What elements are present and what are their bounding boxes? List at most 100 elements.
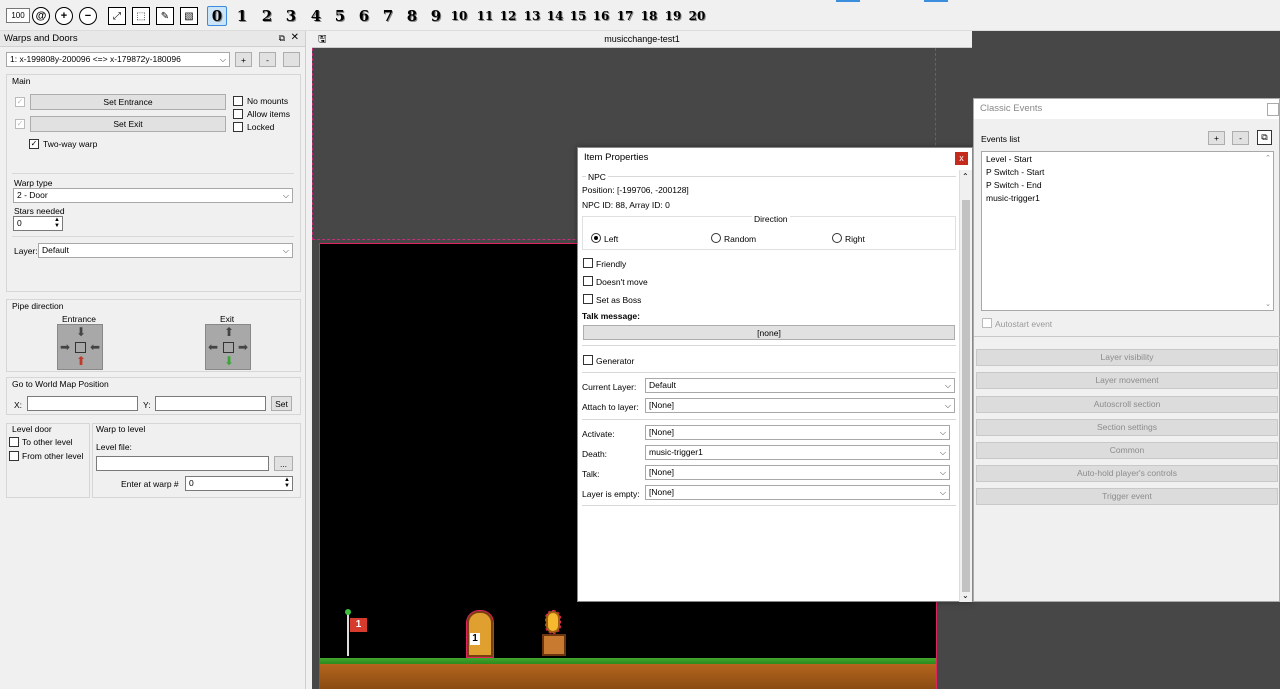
close-icon[interactable]: x <box>955 152 968 165</box>
layer-button-17[interactable]: 17 <box>615 6 635 26</box>
layer-button-8[interactable]: 8 <box>402 6 422 26</box>
layer-button-2[interactable]: 2 <box>257 6 277 26</box>
layer-button-6[interactable]: 6 <box>354 6 374 26</box>
warp-type-select[interactable]: 2 - Door ⌵ <box>13 188 293 203</box>
layer-empty-select[interactable]: [None] ⌵ <box>645 485 950 500</box>
layer-button-12[interactable]: 12 <box>498 6 518 26</box>
browse-button[interactable]: ... <box>274 456 293 471</box>
layer-button-7[interactable]: 7 <box>378 6 398 26</box>
warp-select[interactable]: 1: x-199808y-200096 <=> x-179872y-180096… <box>6 52 230 67</box>
direction-left-radio[interactable] <box>591 233 601 243</box>
arrow-up-icon[interactable]: ⬆ <box>206 325 252 339</box>
layer-button-1[interactable]: 1 <box>232 6 252 26</box>
float-icon[interactable]: ⧉ <box>279 33 285 44</box>
scroll-thumb[interactable] <box>962 200 970 592</box>
current-layer-select[interactable]: Default ⌵ <box>645 378 955 393</box>
npc-block-icon[interactable] <box>542 634 566 656</box>
layer-select[interactable]: Default ⌵ <box>38 243 293 258</box>
set-exit-button[interactable]: Set Exit <box>30 116 226 132</box>
autoscroll-section-button[interactable]: Autoscroll section <box>976 396 1278 413</box>
friendly-checkbox[interactable] <box>583 258 593 268</box>
save-icon[interactable]: 🖫 <box>318 31 327 48</box>
no-mounts-checkbox[interactable] <box>233 96 243 106</box>
zoom-reset-icon[interactable]: @ <box>32 7 50 25</box>
enter-warp-spinbox[interactable]: 0 ▲ ▼ <box>185 476 293 491</box>
doesnt-move-checkbox[interactable] <box>583 276 593 286</box>
player-start-flag-icon[interactable]: 1 <box>350 618 367 632</box>
scroll-up-icon[interactable]: ⌃ <box>1265 154 1271 162</box>
spin-arrows-icon[interactable]: ▲ ▼ <box>54 217 60 229</box>
zoom-out-icon[interactable]: − <box>79 7 97 25</box>
set-world-button[interactable]: Set <box>271 396 292 411</box>
activate-select[interactable]: [None] ⌵ <box>645 425 950 440</box>
select-tool-icon[interactable]: ⬚ <box>132 7 150 25</box>
arrow-down-icon[interactable]: ⬇ <box>58 325 104 339</box>
to-other-level-checkbox[interactable] <box>9 437 19 447</box>
npc-coin-icon[interactable] <box>545 610 561 634</box>
world-x-input[interactable] <box>27 396 138 411</box>
remove-event-button[interactable]: - <box>1232 131 1249 145</box>
layer-button-15[interactable]: 15 <box>568 6 588 26</box>
layer-button-5[interactable]: 5 <box>330 6 350 26</box>
close-icon[interactable]: ✕ <box>291 32 299 43</box>
layer-button-19[interactable]: 19 <box>663 6 683 26</box>
arrow-up-selected-icon[interactable]: ⬆ <box>58 354 104 368</box>
generator-checkbox[interactable] <box>583 355 593 365</box>
events-list[interactable]: Level - Start P Switch - Start P Switch - … <box>981 151 1274 311</box>
arrow-left-icon[interactable]: ⬅ <box>90 340 100 354</box>
from-other-level-checkbox[interactable] <box>9 451 19 461</box>
scrollbar[interactable]: ⌃ ⌄ <box>959 170 972 602</box>
layer-button-11[interactable]: 11 <box>475 6 495 26</box>
stars-spinbox[interactable]: 0 ▲ ▼ <box>13 216 63 231</box>
zoom-field[interactable]: 100 <box>6 8 30 23</box>
layer-button-13[interactable]: 13 <box>522 6 542 26</box>
common-button[interactable]: Common <box>976 442 1278 459</box>
draw-tool-icon[interactable]: ✎ <box>156 7 174 25</box>
layer-button-14[interactable]: 14 <box>545 6 565 26</box>
layer-button-16[interactable]: 16 <box>591 6 611 26</box>
exit-direction-picker[interactable]: ⬆ ⬅ ➡ ⬇ <box>205 324 251 370</box>
layer-button-18[interactable]: 18 <box>639 6 659 26</box>
death-select[interactable]: music-trigger1 ⌵ <box>645 445 950 460</box>
locked-checkbox[interactable] <box>233 122 243 132</box>
add-event-button[interactable]: + <box>1208 131 1225 145</box>
direction-right-radio[interactable] <box>832 233 842 243</box>
direction-random-radio[interactable] <box>711 233 721 243</box>
arrow-left-icon[interactable]: ⬅ <box>208 340 218 354</box>
layer-button-0[interactable]: 0 <box>207 6 227 26</box>
trigger-event-button[interactable]: Trigger event <box>976 488 1278 505</box>
layer-button-9[interactable]: 9 <box>426 6 446 26</box>
set-entrance-button[interactable]: Set Entrance <box>30 94 226 110</box>
fill-tool-icon[interactable]: ▧ <box>180 7 198 25</box>
warp-extra-button[interactable] <box>283 52 300 67</box>
layer-movement-button[interactable]: Layer movement <box>976 372 1278 389</box>
level-file-input[interactable] <box>96 456 269 471</box>
talk-message-button[interactable]: [none] <box>583 325 955 340</box>
world-y-input[interactable] <box>155 396 266 411</box>
layer-button-4[interactable]: 4 <box>306 6 326 26</box>
window-control-icon[interactable] <box>1267 103 1279 116</box>
scroll-down-icon[interactable]: ⌄ <box>962 591 969 600</box>
scroll-up-icon[interactable]: ⌃ <box>962 172 969 181</box>
zoom-in-icon[interactable]: + <box>55 7 73 25</box>
layer-button-20[interactable]: 20 <box>687 6 707 26</box>
warp-door-icon[interactable]: 1 <box>466 610 494 658</box>
add-warp-button[interactable]: + <box>235 52 252 67</box>
remove-warp-button[interactable]: - <box>259 52 276 67</box>
entrance-direction-picker[interactable]: ⬇ ➡ ⬅ ⬆ <box>57 324 103 370</box>
autostart-checkbox[interactable] <box>982 318 992 328</box>
layer-visibility-button[interactable]: Layer visibility <box>976 349 1278 366</box>
layer-button-10[interactable]: 10 <box>449 6 469 26</box>
arrow-right-icon[interactable]: ➡ <box>60 340 70 354</box>
section-settings-button[interactable]: Section settings <box>976 419 1278 436</box>
arrow-right-icon[interactable]: ➡ <box>238 340 248 354</box>
talk-select[interactable]: [None] ⌵ <box>645 465 950 480</box>
attach-layer-select[interactable]: [None] ⌵ <box>645 398 955 413</box>
auto-hold-controls-button[interactable]: Auto-hold player's controls <box>976 465 1278 482</box>
resize-tool-icon[interactable]: ⤢ <box>108 7 126 25</box>
event-list-item[interactable]: P Switch - Start <box>986 167 1044 177</box>
spin-arrows-icon[interactable]: ▲ ▼ <box>284 477 290 489</box>
event-list-item[interactable]: Level - Start <box>986 154 1032 164</box>
event-list-item[interactable]: music-trigger1 <box>986 193 1040 203</box>
duplicate-event-icon[interactable]: ⧉ <box>1257 130 1272 145</box>
